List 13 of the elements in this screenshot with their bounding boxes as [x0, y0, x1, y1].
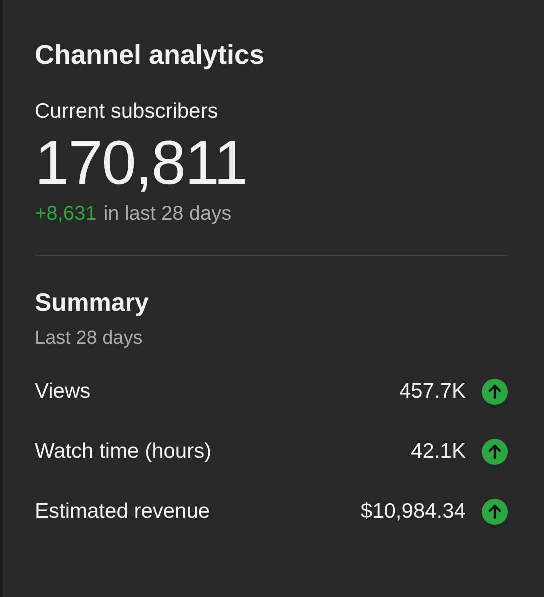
change-period: in last 28 days [104, 202, 232, 227]
metric-label: Estimated revenue [35, 500, 212, 524]
summary-period: Last 28 days [35, 327, 144, 351]
card-title: Channel analytics [35, 39, 266, 72]
subscribers-label: Current subscribers [35, 99, 220, 125]
metric-value: $10,984.34 [360, 500, 466, 524]
subscriber-count: 170,811 [35, 129, 249, 199]
metric-value: 457.7K [399, 380, 466, 404]
metric-value: 42.1K [411, 440, 466, 464]
metric-label: Watch time (hours) [35, 440, 213, 464]
summary-title: Summary [35, 288, 150, 319]
subscriber-change: +8,631 [35, 202, 97, 227]
metric-label: Views [35, 380, 92, 404]
